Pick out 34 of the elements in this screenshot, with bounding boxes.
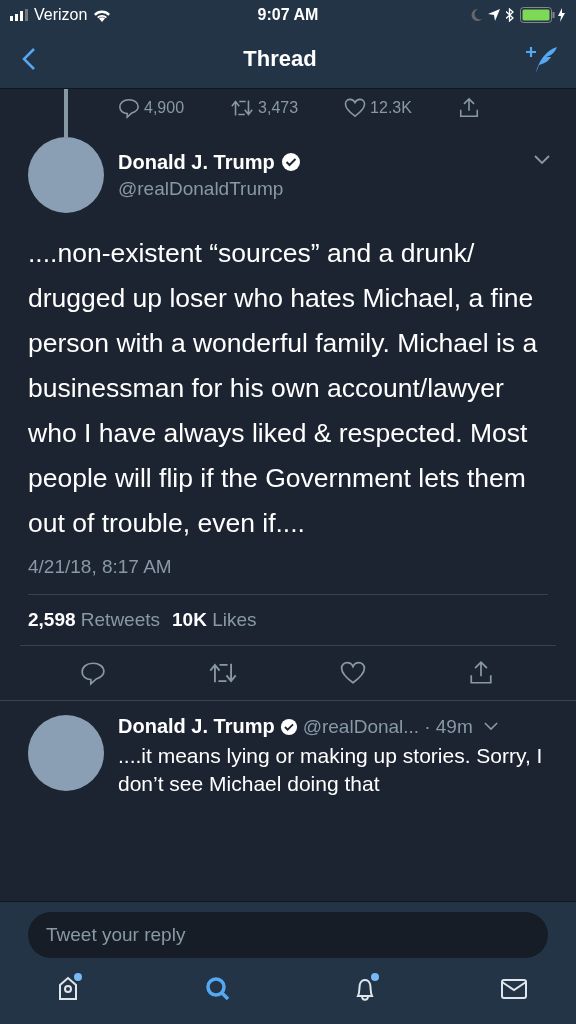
chevron-icon[interactable] [534,155,550,165]
like-button[interactable] [340,660,366,686]
author-handle[interactable]: @realDonaldTrump [118,177,520,200]
speech-bubble-icon [118,97,140,119]
status-time: 9:07 AM [257,6,319,24]
author-name: Donald J. Trump [118,715,275,738]
chevron-icon[interactable] [483,722,498,731]
reply-count-button[interactable]: 4,900 [118,97,185,119]
battery-icon [520,7,566,23]
share-button[interactable] [457,97,480,119]
screen-title: Thread [243,46,317,72]
bluetooth-icon [506,8,514,22]
moon-icon [471,9,482,21]
retweet-icon [230,98,255,118]
reply-field[interactable]: Tweet your reply [28,912,548,958]
like-stat[interactable]: 10K Likes [172,609,257,631]
location-icon [488,9,500,21]
like-count-button[interactable]: 12.3K [344,98,412,118]
retweet-count-button[interactable]: 3,473 [230,98,299,118]
heart-icon [344,98,367,118]
retweet-stat[interactable]: 2,598 Retweets [28,609,161,631]
back-button[interactable] [22,47,36,71]
reply-button[interactable] [80,660,106,686]
tweet-age: · 49m [424,715,473,738]
tweet-text: ....it means lying or making up stories. Sorry, I don’t see Michael doing that [118,743,544,797]
signal-icon [10,9,28,21]
tweet-text: ....non-existent “sources” and a drunk/ drugged up loser who hates Michael, a fine person with a wonderful family. Michael is a businessman for his own account/lawyer who I have always liked & respected. Most people will flip if the Government lets them out of trouble, even if.... [28,237,539,540]
author-name: Donald J. Trump [118,150,275,174]
tweet-timestamp: 4/21/18, 8:17 AM [28,556,548,595]
author-handle[interactable]: @realDonal... [302,715,420,738]
share-button[interactable] [468,660,494,686]
wifi-icon [93,8,112,22]
carrier-name: Verizon [34,6,88,24]
compose-button[interactable] [524,44,558,74]
